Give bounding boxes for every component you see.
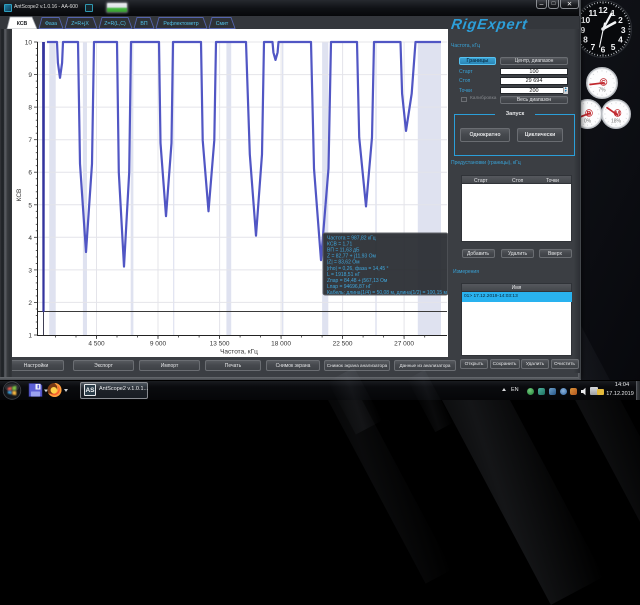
- svg-text:3: 3: [28, 267, 32, 274]
- svg-text:0%: 0%: [584, 119, 592, 125]
- svg-text:27 000: 27 000: [394, 341, 414, 348]
- svg-text:4: 4: [618, 35, 623, 45]
- svg-text:КСВ: КСВ: [17, 21, 28, 27]
- svg-text:Кабель: длина(1/4) = 50,08 м,: Кабель: длина(1/4) = 50,08 м, длина(1/2)…: [327, 290, 448, 296]
- svg-text:2: 2: [618, 15, 623, 25]
- svg-text:10: 10: [25, 40, 33, 47]
- svg-text:Рефлектометр: Рефлектометр: [163, 21, 198, 27]
- svg-text:8: 8: [583, 35, 588, 45]
- svg-text:C: C: [601, 80, 606, 87]
- svg-text:1: 1: [28, 333, 32, 340]
- svg-text:18 000: 18 000: [271, 341, 291, 348]
- svg-text:9: 9: [580, 25, 585, 35]
- svg-text:11: 11: [588, 8, 597, 18]
- svg-text:9: 9: [28, 72, 32, 79]
- svg-text:18%: 18%: [611, 119, 622, 125]
- svg-text:Z=R+jX: Z=R+jX: [71, 21, 89, 27]
- svg-text:2: 2: [28, 300, 32, 307]
- svg-text:ВП = 11,63 дБ: ВП = 11,63 дБ: [327, 248, 360, 254]
- svg-text:Zпар = 84,48 + j567,13 Ом: Zпар = 84,48 + j567,13 Ом: [327, 278, 388, 284]
- svg-text:Z=R(L,C): Z=R(L,C): [104, 21, 126, 27]
- svg-text:7: 7: [28, 137, 32, 144]
- svg-text:Частота = 987,82 кГц: Частота = 987,82 кГц: [327, 236, 376, 242]
- svg-text:13 500: 13 500: [210, 341, 230, 348]
- svg-text:12: 12: [598, 5, 608, 15]
- svg-text:22 500: 22 500: [333, 341, 353, 348]
- svg-text:6: 6: [601, 45, 606, 55]
- svg-text:3: 3: [621, 25, 626, 35]
- svg-text:ВП: ВП: [140, 21, 147, 27]
- svg-text:Частота, кГц: Частота, кГц: [220, 349, 258, 356]
- svg-text:5: 5: [611, 42, 616, 52]
- svg-text:4 500: 4 500: [88, 341, 105, 348]
- svg-text:6: 6: [28, 170, 32, 177]
- svg-text:7: 7: [591, 42, 596, 52]
- svg-text:Фаза: Фаза: [45, 21, 57, 27]
- svg-text:9 000: 9 000: [150, 341, 167, 348]
- svg-text:5: 5: [28, 202, 32, 209]
- svg-text:Смит: Смит: [216, 21, 229, 27]
- svg-text:КСВ: КСВ: [16, 189, 23, 202]
- svg-text:|Z| = 83,62 Ом: |Z| = 83,62 Ом: [327, 260, 360, 266]
- svg-text:7%: 7%: [598, 88, 606, 94]
- svg-text:M: M: [615, 111, 620, 118]
- svg-text:8: 8: [28, 105, 32, 112]
- svg-text:D: D: [587, 111, 592, 118]
- svg-text:4: 4: [28, 235, 32, 242]
